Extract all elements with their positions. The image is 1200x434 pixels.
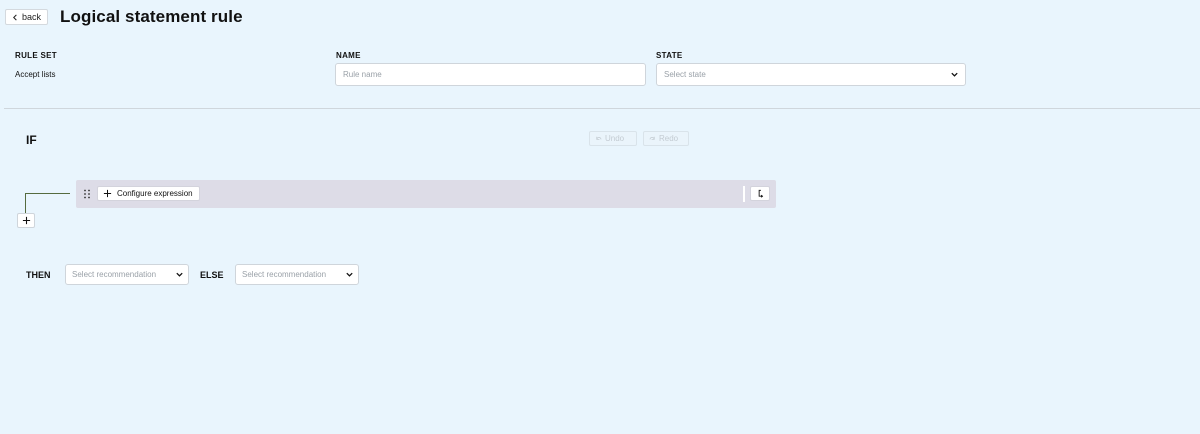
branch-icon bbox=[758, 189, 763, 198]
back-button-label: back bbox=[21, 12, 41, 22]
redo-icon bbox=[649, 136, 655, 140]
chevron-down-icon bbox=[951, 72, 958, 77]
back-button[interactable]: back bbox=[5, 9, 48, 25]
branch-button[interactable] bbox=[750, 186, 770, 201]
undo-button[interactable]: Undo bbox=[589, 131, 637, 146]
chevron-down-icon bbox=[176, 272, 183, 277]
expression-row-separator bbox=[743, 186, 745, 202]
redo-label: Redo bbox=[659, 134, 679, 143]
add-condition-button[interactable] bbox=[17, 213, 35, 228]
else-label: ELSE bbox=[200, 270, 224, 280]
chevron-left-icon bbox=[12, 14, 17, 20]
plus-icon bbox=[22, 216, 30, 225]
state-select-placeholder: Select state bbox=[664, 70, 706, 79]
else-select-placeholder: Select recommendation bbox=[242, 270, 327, 279]
rule-name-input[interactable] bbox=[335, 63, 646, 86]
name-label: NAME bbox=[336, 51, 361, 60]
then-recommendation-select[interactable]: Select recommendation bbox=[65, 264, 189, 285]
rule-set-label: RULE SET bbox=[15, 51, 57, 60]
tree-connector-horizontal bbox=[25, 193, 70, 194]
plus-icon bbox=[103, 189, 112, 198]
rule-set-value: Accept lists bbox=[15, 70, 56, 79]
state-label: STATE bbox=[656, 51, 683, 60]
rule-editor-page: back Logical statement rule RULE SET Acc… bbox=[0, 0, 1200, 434]
configure-expression-button[interactable]: Configure expression bbox=[97, 186, 200, 201]
page-title: Logical statement rule bbox=[60, 7, 243, 26]
expression-row: Configure expression bbox=[76, 180, 776, 208]
if-label: IF bbox=[26, 133, 37, 147]
drag-handle-icon[interactable] bbox=[83, 189, 91, 199]
tree-connector-vertical bbox=[25, 193, 26, 214]
undo-icon bbox=[596, 136, 602, 140]
section-divider bbox=[4, 108, 1200, 109]
state-select[interactable]: Select state bbox=[656, 63, 966, 86]
then-select-placeholder: Select recommendation bbox=[72, 270, 157, 279]
else-recommendation-select[interactable]: Select recommendation bbox=[235, 264, 359, 285]
then-label: THEN bbox=[26, 270, 51, 280]
undo-label: Undo bbox=[605, 134, 625, 143]
chevron-down-icon bbox=[346, 272, 353, 277]
configure-expression-label: Configure expression bbox=[117, 189, 193, 198]
redo-button[interactable]: Redo bbox=[643, 131, 689, 146]
